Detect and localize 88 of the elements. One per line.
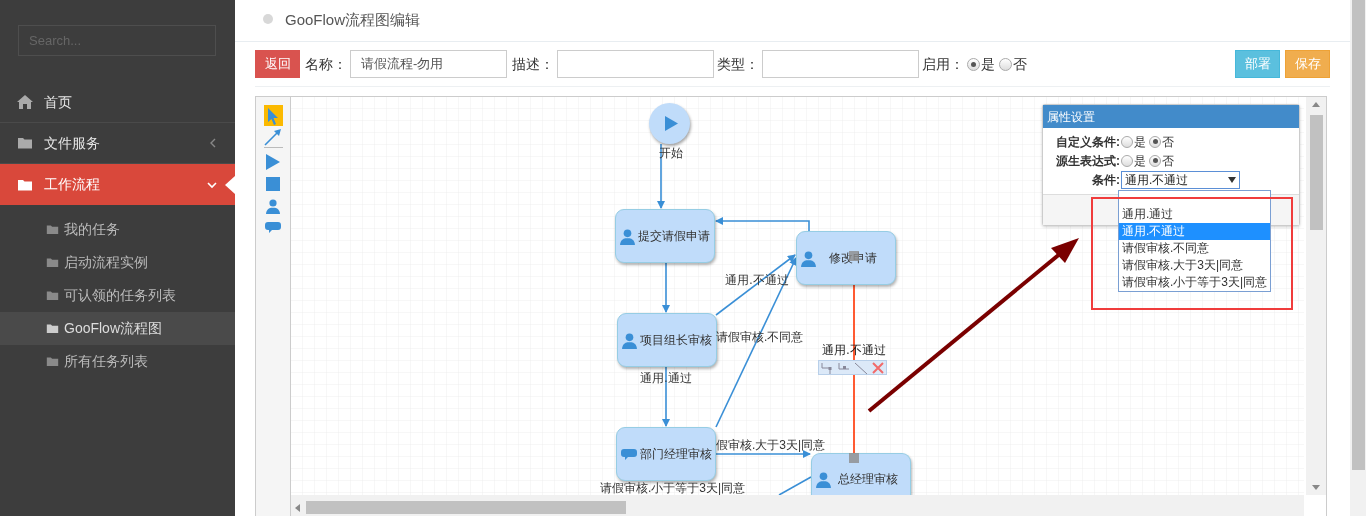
straight-line-icon <box>852 360 869 375</box>
user-icon <box>621 331 638 349</box>
folder-icon <box>46 323 59 334</box>
home-icon <box>17 95 33 109</box>
connector-arrow[interactable] <box>662 262 670 313</box>
text-field[interactable] <box>762 50 919 78</box>
radio-label: 否 <box>1013 54 1027 74</box>
panel-title: 属性设置 <box>1043 105 1299 128</box>
chat-bubble-icon <box>620 446 638 462</box>
horizontal-scrollbar[interactable] <box>291 495 1304 516</box>
sidebar-subitem[interactable]: 可认领的任务列表 <box>0 279 235 312</box>
edge-handle[interactable] <box>849 453 859 463</box>
property-label: 自定义条件: <box>1055 133 1121 151</box>
radio-label: 是 <box>1134 133 1146 151</box>
user-icon <box>265 197 281 214</box>
text-field[interactable]: 请假流程-勿用 <box>350 50 507 78</box>
connector-arrow[interactable] <box>662 365 670 427</box>
scrollbar-thumb[interactable] <box>306 501 626 514</box>
user-icon <box>815 471 832 488</box>
folder-icon <box>17 136 33 150</box>
edge-label: 假审核.大于3天|同意 <box>716 438 826 452</box>
arrow-icon <box>264 128 282 146</box>
radio-label: 否 <box>1162 133 1174 151</box>
text-field[interactable] <box>557 50 714 78</box>
dropdown-option[interactable]: 请假审核.大于3天|同意 <box>1119 257 1270 274</box>
task-node[interactable]: 部门经理审核 <box>616 427 716 481</box>
radio-button[interactable] <box>1149 135 1161 148</box>
folder-icon <box>17 177 33 192</box>
connector-arrow[interactable] <box>715 217 810 232</box>
radio-label: 是 <box>981 54 995 74</box>
play-icon <box>266 153 280 170</box>
user-icon <box>800 249 817 267</box>
edge-label: 请假审核.小于等于3天|同意 <box>600 481 746 495</box>
radio-button[interactable] <box>1149 154 1161 167</box>
folder-icon <box>46 290 59 301</box>
radio-button[interactable] <box>1121 154 1133 167</box>
property-label: 源生表达式: <box>1055 152 1121 170</box>
radio-label: 否 <box>1162 152 1174 170</box>
folder-icon <box>46 224 59 235</box>
user-icon <box>619 227 636 245</box>
folder-icon <box>46 356 59 367</box>
task-node[interactable]: 修改申请 <box>796 231 896 285</box>
vertical-scrollbar[interactable] <box>1306 97 1326 495</box>
square-icon <box>266 176 280 191</box>
radio-button[interactable] <box>999 57 1012 71</box>
dropdown-option[interactable]: 通用.通过 <box>1119 206 1270 223</box>
connector-arrow[interactable] <box>715 254 796 316</box>
radio-button[interactable] <box>1121 135 1133 148</box>
field-label: 启用： <box>922 54 965 74</box>
field-label: 类型： <box>717 54 760 74</box>
page-title: GooFlow流程图编辑 <box>285 10 421 31</box>
folder-icon <box>46 257 59 268</box>
active-pointer-icon <box>225 176 235 194</box>
field-label: 名称： <box>305 54 348 74</box>
property-label: 条件: <box>1091 171 1121 189</box>
scroll-down-icon[interactable] <box>1312 485 1320 490</box>
delete-icon <box>869 360 886 375</box>
scrollbar-thumb[interactable] <box>1351 0 1365 470</box>
field-label: 描述： <box>512 54 555 74</box>
sidebar-subitem[interactable]: 所有任务列表 <box>0 345 235 378</box>
tool-button[interactable] <box>263 105 283 126</box>
toolbar-button[interactable] <box>869 361 886 374</box>
dropdown-option[interactable]: 请假审核.小于等于3天|同意 <box>1119 274 1270 291</box>
pointer-icon <box>267 106 279 125</box>
sidebar-subitem[interactable]: GooFlow流程图 <box>0 312 235 345</box>
back-button[interactable]: 返回 <box>255 50 300 78</box>
dropdown-caret-icon <box>1228 176 1236 183</box>
sidebar-item[interactable]: 首页 <box>0 82 235 123</box>
scroll-left-icon[interactable] <box>295 503 300 512</box>
task-node[interactable]: 总经理审核 <box>811 453 911 495</box>
condition-select[interactable]: 通用.不通过 <box>1121 170 1240 189</box>
radio-button[interactable] <box>967 57 980 71</box>
scroll-up-icon[interactable] <box>1312 102 1320 107</box>
sidebar-item[interactable]: 工作流程 <box>0 164 235 205</box>
task-node[interactable]: 提交请假申请 <box>615 209 715 263</box>
play-icon <box>664 116 678 131</box>
edge-label: 通用.通过 <box>640 371 692 385</box>
connector-arrow[interactable] <box>715 450 811 458</box>
scrollbar-thumb[interactable] <box>1309 115 1323 230</box>
tool-button[interactable] <box>263 127 283 148</box>
toolbar-button[interactable] <box>852 361 870 374</box>
radio-label: 是 <box>1134 152 1146 170</box>
task-node[interactable]: 项目组长审核 <box>617 313 717 367</box>
page-scrollbar[interactable] <box>1350 0 1366 516</box>
sidebar-subitem[interactable]: 我的任务 <box>0 213 235 246</box>
chat-bubble-icon <box>264 220 282 235</box>
dropdown-option[interactable]: 请假审核.不同意 <box>1119 240 1270 257</box>
sidebar-subitem[interactable]: 启动流程实例 <box>0 246 235 279</box>
